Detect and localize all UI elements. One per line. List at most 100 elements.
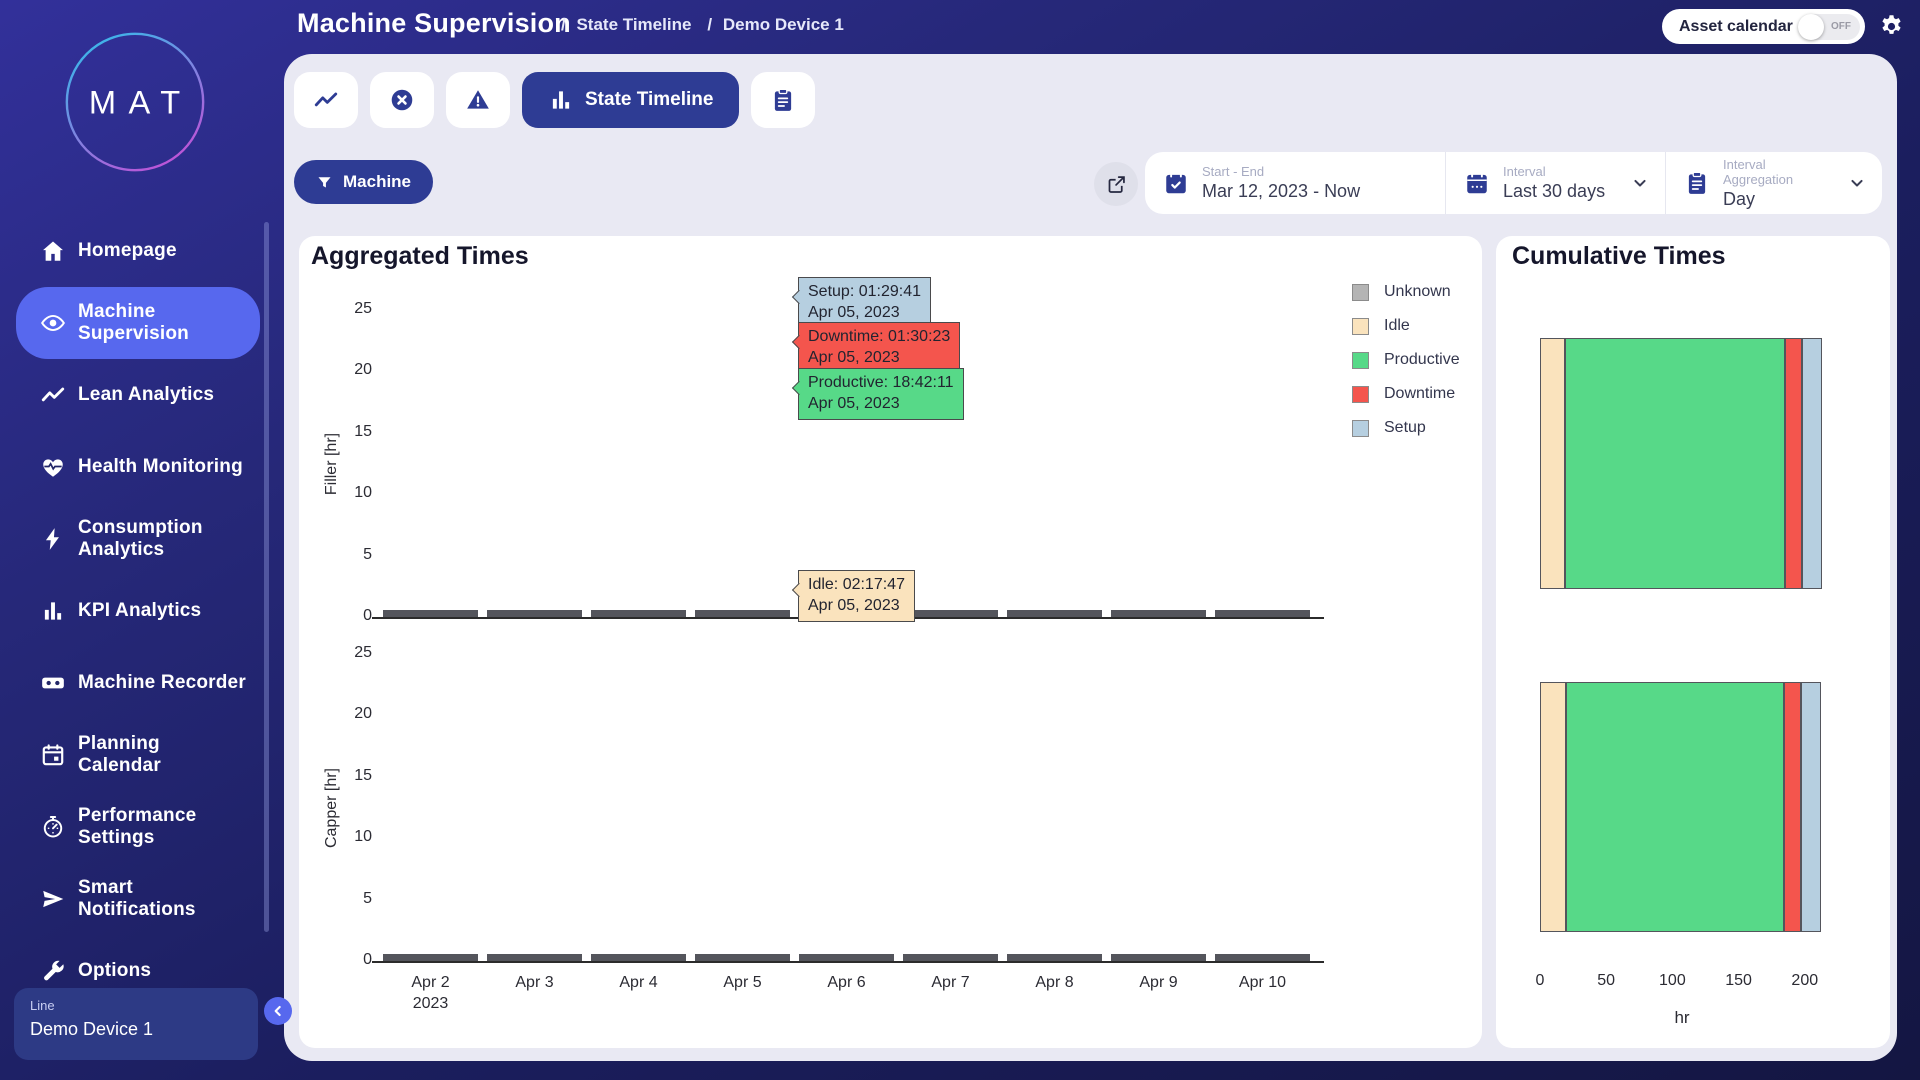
cumulative-axis-label: hr: [1642, 1008, 1722, 1028]
export-button[interactable]: [1094, 162, 1138, 206]
sidebar-scrollbar[interactable]: [264, 222, 269, 932]
bar-chart-icon: [40, 598, 66, 624]
legend-item-setup[interactable]: Setup: [1352, 419, 1460, 437]
segment-productive[interactable]: [1566, 682, 1783, 932]
sidebar-item-consumption-analytics[interactable]: Consumption Analytics: [16, 503, 260, 575]
legend-label: Setup: [1384, 419, 1426, 437]
wrench-icon: [40, 958, 66, 984]
legend-label: Productive: [1384, 351, 1460, 369]
sidebar-item-label: Machine Recorder: [78, 672, 246, 694]
machine-filter-label: Machine: [343, 172, 411, 192]
settings-gear-icon[interactable]: [1878, 13, 1905, 40]
machine-filter-button[interactable]: Machine: [294, 160, 433, 204]
legend-item-unknown[interactable]: Unknown: [1352, 283, 1460, 301]
interval-select[interactable]: Interval Last 30 days: [1446, 152, 1665, 214]
cumulative-bar-filler[interactable]: [1540, 338, 1822, 589]
segment-productive[interactable]: [1565, 338, 1785, 589]
sidebar-nav: Homepage Machine Supervision Lean Analytic…: [0, 215, 270, 1007]
chart-tooltip-idle: Idle: 02:17:47Apr 05, 2023: [798, 570, 915, 622]
y-tick-label: 5: [316, 546, 372, 564]
sidebar-item-machine-supervision[interactable]: Machine Supervision: [16, 287, 260, 359]
aggregation-select[interactable]: Interval Aggregation Day: [1666, 152, 1882, 214]
legend-swatch: [1352, 386, 1369, 403]
sidebar-item-health-monitoring[interactable]: Health Monitoring: [16, 431, 260, 503]
clipboard-icon: [770, 87, 796, 113]
sidebar-item-smart-notifications[interactable]: Smart Notifications: [16, 863, 260, 935]
tab-state-timeline[interactable]: State Timeline: [522, 72, 739, 128]
y-tick-label: 10: [316, 828, 372, 846]
sidebar-item-kpi-analytics[interactable]: KPI Analytics: [16, 575, 260, 647]
tab-warnings[interactable]: [446, 72, 510, 128]
sidebar-item-planning-calendar[interactable]: Planning Calendar: [16, 719, 260, 791]
cumulative-bar-capper[interactable]: [1540, 682, 1822, 932]
x-tick-label: Apr 3: [487, 972, 582, 1014]
calendar-icon: [40, 742, 66, 768]
y-tick-label: 25: [316, 300, 372, 318]
tab-trend[interactable]: [294, 72, 358, 128]
asset-calendar-label: Asset calendar: [1679, 18, 1793, 36]
warning-triangle-icon: [465, 87, 491, 113]
device-card-label: Line: [30, 998, 242, 1013]
page-title: Machine Supervision: [297, 8, 571, 39]
legend-label: Unknown: [1384, 283, 1451, 301]
legend-swatch: [1352, 420, 1369, 437]
device-card[interactable]: Line Demo Device 1: [14, 988, 258, 1060]
sidebar-item-label: Planning Calendar: [78, 733, 161, 777]
x-tick-label: 0: [1520, 972, 1560, 990]
chevron-left-icon: [270, 1003, 286, 1019]
sidebar-item-lean-analytics[interactable]: Lean Analytics: [16, 359, 260, 431]
logo: MAT: [63, 30, 207, 174]
send-icon: [40, 886, 66, 912]
x-tick-label: 100: [1652, 972, 1692, 990]
segment-setup[interactable]: [1801, 682, 1821, 932]
sidebar-item-label: Homepage: [78, 240, 177, 262]
sidebar-item-machine-recorder[interactable]: Machine Recorder: [16, 647, 260, 719]
aggregation-value: Day: [1723, 189, 1834, 210]
x-tick-label: Apr 4: [591, 972, 686, 1014]
sidebar-item-label: Options: [78, 960, 151, 982]
filter-funnel-icon: [316, 174, 333, 191]
x-tick-label: Apr 7: [903, 972, 998, 1014]
trend-icon: [313, 87, 339, 113]
y-tick-label: 5: [316, 890, 372, 908]
bar-chart-icon: [548, 87, 574, 113]
calendar-check-icon: [1163, 170, 1189, 196]
sidebar-item-label: Machine Supervision: [78, 301, 189, 345]
date-range-label: Start - End: [1202, 164, 1360, 179]
legend-item-idle[interactable]: Idle: [1352, 317, 1460, 335]
clipboard-icon: [1684, 170, 1710, 196]
trend-icon: [40, 382, 66, 408]
chart-tooltip-productive: Productive: 18:42:11Apr 05, 2023: [798, 368, 964, 420]
x-tick-label: 200: [1785, 972, 1825, 990]
y-tick-label: 10: [316, 484, 372, 502]
legend-item-downtime[interactable]: Downtime: [1352, 385, 1460, 403]
chevron-down-icon: [1847, 173, 1867, 193]
view-tabs: State Timeline: [294, 72, 815, 128]
aggregation-label: Interval Aggregation: [1723, 157, 1834, 187]
home-icon: [40, 238, 66, 264]
tab-report[interactable]: [751, 72, 815, 128]
segment-downtime[interactable]: [1784, 682, 1801, 932]
breadcrumb-state-timeline[interactable]: State Timeline: [561, 15, 691, 35]
logo-text: MAT: [89, 84, 193, 121]
x-tick-label: Apr 9: [1111, 972, 1206, 1014]
segment-setup[interactable]: [1802, 338, 1822, 589]
sidebar-item-performance-settings[interactable]: Performance Settings: [16, 791, 260, 863]
sidebar-item-label: Lean Analytics: [78, 384, 214, 406]
legend-swatch: [1352, 318, 1369, 335]
x-tick-label: Apr 2 2023: [383, 972, 478, 1014]
sidebar-item-label: Smart Notifications: [78, 877, 196, 921]
breadcrumb: State Timeline Demo Device 1: [561, 15, 844, 35]
segment-idle[interactable]: [1540, 338, 1565, 589]
legend-item-productive[interactable]: Productive: [1352, 351, 1460, 369]
sidebar-collapse-button[interactable]: [264, 997, 292, 1025]
asset-calendar-switch[interactable]: OFF: [1798, 14, 1860, 40]
capper-y-axis: 0510152025: [316, 655, 372, 962]
date-range-picker[interactable]: Start - End Mar 12, 2023 - Now: [1145, 152, 1445, 214]
x-circle-icon: [389, 87, 415, 113]
tab-errors[interactable]: [370, 72, 434, 128]
segment-idle[interactable]: [1540, 682, 1566, 932]
sidebar-item-homepage[interactable]: Homepage: [16, 215, 260, 287]
breadcrumb-device[interactable]: Demo Device 1: [707, 15, 843, 35]
segment-downtime[interactable]: [1785, 338, 1802, 589]
